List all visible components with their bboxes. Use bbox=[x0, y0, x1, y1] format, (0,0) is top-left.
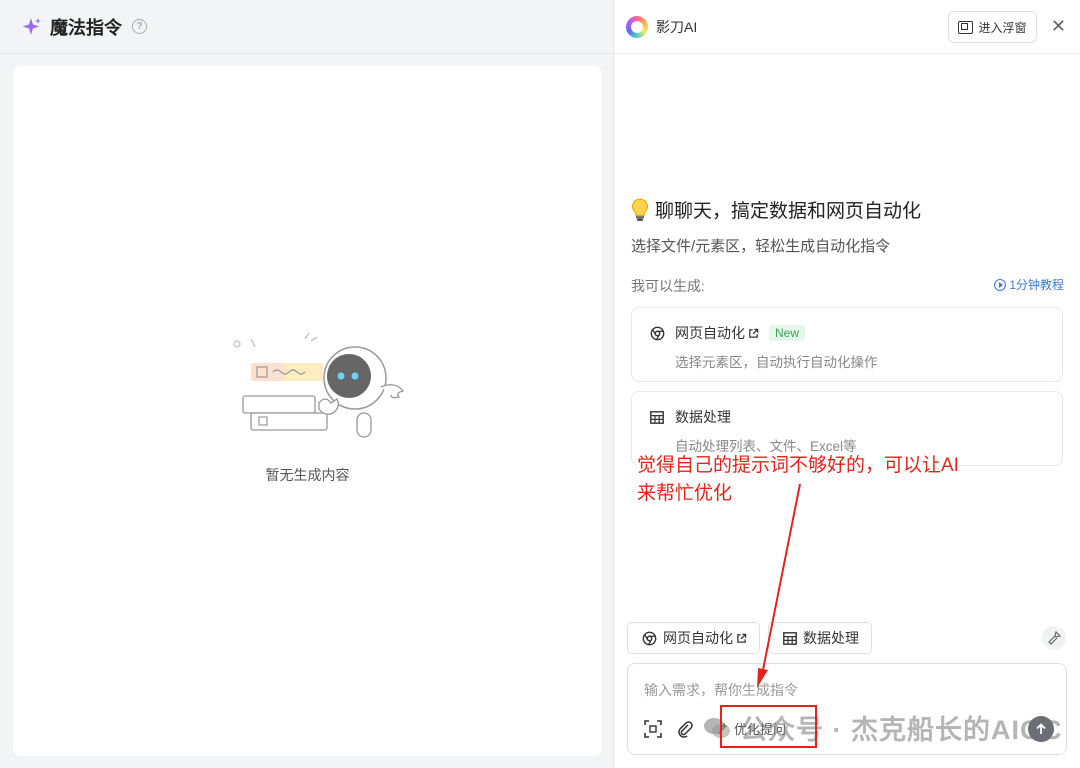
external-link-icon bbox=[737, 633, 747, 643]
card-description: 选择元素区，自动执行自动化操作 bbox=[675, 355, 878, 370]
ai-assistant-panel: 影刀AI 进入浮窗 ✕ 聊聊天，搞定数据和网页自动化 选择文件/元素区，轻松生成… bbox=[614, 0, 1080, 768]
annotation-line: 来帮忙优化 bbox=[637, 483, 733, 504]
new-badge: New bbox=[769, 325, 806, 341]
chip-web-automation[interactable]: 网页自动化 bbox=[627, 622, 760, 654]
card-title: 数据处理 bbox=[675, 409, 731, 425]
page-title: 魔法指令 bbox=[50, 17, 122, 38]
annotation-note: 觉得自己的提示词不够好的，可以让AI 来帮忙优化 bbox=[637, 452, 959, 508]
float-button-label: 进入浮窗 bbox=[978, 20, 1027, 35]
card-title-row: 网页自动化 New bbox=[650, 323, 806, 343]
attachment-icon[interactable] bbox=[676, 720, 694, 738]
annotation-line: 觉得自己的提示词不够好的，可以让AI bbox=[637, 455, 959, 476]
float-window-icon bbox=[958, 20, 974, 34]
close-icon[interactable]: ✕ bbox=[1051, 15, 1066, 37]
table-icon bbox=[783, 631, 797, 645]
table-icon bbox=[650, 410, 664, 424]
clear-chat-button[interactable] bbox=[1042, 626, 1066, 650]
tutorial-link[interactable]: 1分钟教程 bbox=[994, 276, 1064, 293]
chrome-icon bbox=[650, 326, 665, 340]
card-title: 网页自动化 bbox=[675, 325, 745, 341]
app-logo-icon bbox=[626, 15, 648, 38]
empty-robot-illustration bbox=[233, 332, 405, 438]
card-title-row: 数据处理 bbox=[650, 407, 731, 427]
headline-subtitle: 选择文件/元素区，轻松生成自动化指令 bbox=[631, 238, 891, 255]
card-web-automation[interactable]: 网页自动化 New 选择元素区，自动执行自动化操作 bbox=[631, 307, 1063, 382]
play-circle-icon bbox=[994, 278, 1007, 291]
quick-chips: 网页自动化 数据处理 bbox=[627, 622, 872, 654]
app-title: 影刀AI bbox=[656, 18, 698, 35]
empty-state-text: 暂无生成内容 bbox=[265, 467, 350, 483]
left-header: 魔法指令 ? bbox=[0, 0, 613, 54]
lightbulb-icon bbox=[632, 197, 648, 221]
send-button[interactable] bbox=[1028, 716, 1054, 742]
chrome-icon bbox=[642, 631, 657, 645]
welcome-headline: 聊聊天，搞定数据和网页自动化 bbox=[631, 196, 921, 223]
sparkle-icon bbox=[22, 17, 41, 35]
arrow-up-icon bbox=[1036, 723, 1046, 734]
chip-data-processing[interactable]: 数据处理 bbox=[768, 622, 872, 654]
prompt-input-box: 优化提问 公众号 · 杰克船长的AIGC bbox=[627, 663, 1067, 755]
broom-icon bbox=[1048, 631, 1061, 645]
tutorial-label: 1分钟教程 bbox=[1009, 278, 1064, 292]
assistant-header: 影刀AI 进入浮窗 ✕ bbox=[614, 0, 1080, 54]
enter-float-window-button[interactable]: 进入浮窗 bbox=[948, 11, 1037, 43]
headline-text: 聊聊天，搞定数据和网页自动化 bbox=[655, 201, 922, 222]
chip-label: 数据处理 bbox=[803, 630, 859, 646]
generated-content-area: 暂无生成内容 bbox=[13, 66, 602, 756]
external-link-icon bbox=[749, 328, 759, 338]
magic-instructions-panel: 魔法指令 ? 暂无生成内容 bbox=[0, 0, 614, 768]
question-circle-icon[interactable]: ? bbox=[132, 19, 147, 34]
can-generate-label: 我可以生成: bbox=[631, 278, 705, 294]
prompt-input[interactable] bbox=[644, 682, 1024, 698]
highlight-box bbox=[720, 705, 817, 748]
chip-label: 网页自动化 bbox=[663, 630, 733, 646]
screenshot-select-icon[interactable] bbox=[644, 719, 662, 738]
